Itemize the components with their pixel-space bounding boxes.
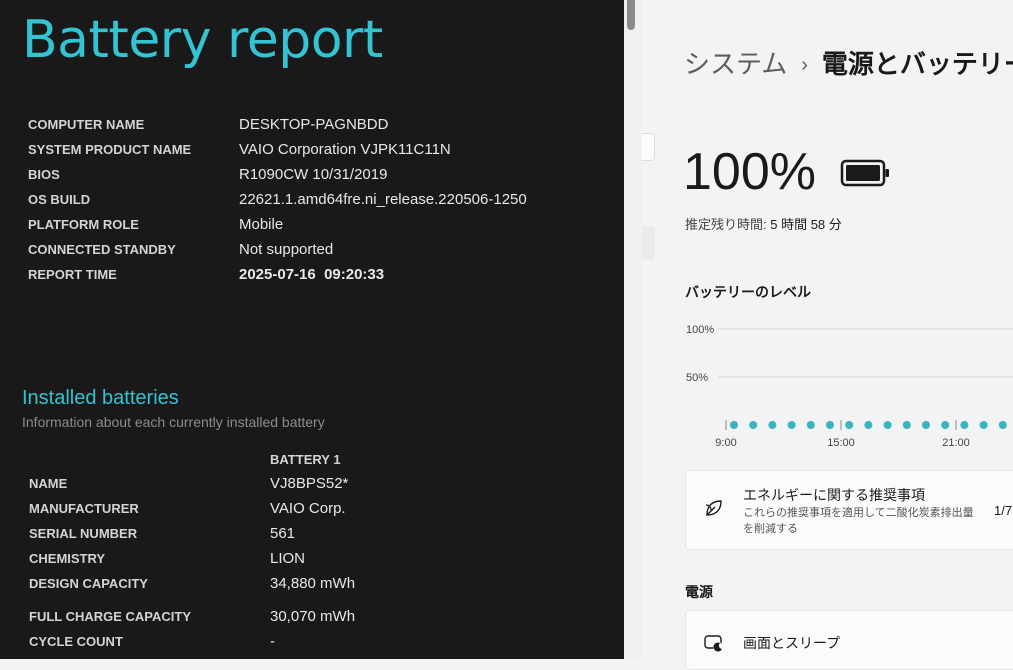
battery-column-header: BATTERY 1 (270, 452, 341, 467)
report-title: Battery report (22, 10, 383, 70)
info-label: REPORT TIME (28, 267, 117, 282)
battery-full-icon (840, 159, 889, 187)
info-row-os-build: OS BUILD 22621.1.amd64fre.ni_release.220… (28, 187, 608, 212)
energy-recommendations-card[interactable]: エネルギーに関する推奨事項 これらの推奨事項を適用して二酸化炭素排出量を削減する… (685, 470, 1013, 550)
chart-data-point[interactable] (730, 421, 738, 429)
chart-data-point[interactable] (768, 421, 777, 429)
energy-recommendations-count: 1/7 (994, 503, 1013, 518)
chart-y-tick-label: 100% (686, 324, 714, 336)
battery-report-window: Battery report COMPUTER NAME DESKTOP-PAG… (0, 0, 624, 659)
info-label: OS BUILD (28, 192, 91, 207)
breadcrumb: システム › 電源とバッテリー (684, 44, 1013, 84)
leaf-icon (705, 500, 722, 516)
chart-data-point[interactable] (787, 421, 796, 429)
battery-row-cycle-count: CYCLE COUNT - (29, 629, 609, 654)
info-value: R1090CW 10/31/2019 (239, 166, 388, 183)
info-label: BIOS (28, 167, 60, 182)
battery-value: VAIO Corp. (270, 500, 346, 517)
remaining-value: 5 時間 58 分 (770, 217, 842, 232)
installed-batteries-description: Information about each currently install… (22, 414, 325, 430)
chart-x-tick-label: 15:00 (827, 437, 855, 449)
battery-row-chemistry: CHEMISTRY LION (29, 546, 609, 571)
energy-recommendations-title: エネルギーに関する推奨事項 (743, 487, 925, 503)
chart-data-point[interactable] (979, 421, 988, 429)
battery-percentage: 100% (683, 143, 816, 201)
chart-data-point[interactable] (883, 421, 892, 429)
battery-value: LION (270, 550, 306, 567)
energy-recommendations-description: これらの推奨事項を適用して二酸化炭素排出量を削減する (743, 507, 974, 535)
screen-and-sleep-label: 画面とスリープ (743, 635, 841, 651)
battery-value: VJ8BPS52* (270, 475, 349, 492)
info-row-computer-name: COMPUTER NAME DESKTOP-PAGNBDD (28, 112, 608, 137)
installed-batteries-heading: Installed batteries (22, 387, 179, 409)
info-value: DESKTOP-PAGNBDD (239, 116, 389, 133)
power-section-title: 電源 (685, 584, 713, 600)
info-value: 22621.1.amd64fre.ni_release.220506-1250 (239, 191, 527, 208)
info-row-bios: BIOS R1090CW 10/31/2019 (28, 162, 608, 187)
chart-data-point[interactable] (902, 421, 911, 429)
chart-x-tick-label: 21:00 (942, 437, 970, 449)
battery-row-design-capacity: DESIGN CAPACITY 34,880 mWh (29, 571, 609, 596)
battery-label: CYCLE COUNT (29, 634, 123, 649)
breadcrumb-system-link[interactable]: システム (684, 49, 787, 79)
info-value: Not supported (239, 241, 334, 258)
info-value: Mobile (239, 216, 284, 233)
battery-label: FULL CHARGE CAPACITY (29, 609, 192, 624)
battery-row-serial-number: SERIAL NUMBER 561 (29, 521, 609, 546)
info-value: 2025-07-16 09:20:33 (239, 266, 385, 283)
battery-row-full-charge-capacity: FULL CHARGE CAPACITY 30,070 mWh (29, 604, 609, 629)
breadcrumb-chevron-icon: › (801, 54, 808, 76)
battery-label: MANUFACTURER (29, 501, 139, 516)
nav-selected-item[interactable] (642, 226, 655, 260)
info-label: COMPUTER NAME (28, 117, 145, 132)
info-label: CONNECTED STANDBY (28, 242, 176, 257)
info-row-system-product-name: SYSTEM PRODUCT NAME VAIO Corporation VJP… (28, 137, 608, 162)
battery-row-name: NAME VJ8BPS52* (29, 471, 609, 496)
chart-data-point[interactable] (845, 421, 854, 429)
chart-data-point[interactable] (941, 421, 950, 429)
battery-row-manufacturer: MANUFACTURER VAIO Corp. (29, 496, 609, 521)
page-title: 電源とバッテリー (821, 49, 1013, 79)
battery-value: 34,880 mWh (270, 575, 356, 592)
chart-data-point[interactable] (960, 421, 969, 429)
battery-value: - (270, 633, 275, 650)
chart-data-point[interactable] (998, 421, 1007, 429)
report-scrollbar-thumb[interactable] (627, 0, 635, 30)
battery-value: 561 (270, 525, 296, 542)
estimated-remaining-time: 推定残り時間: 5 時間 58 分 (685, 215, 842, 235)
chart-data-point[interactable] (922, 421, 930, 429)
info-row-platform-role: PLATFORM ROLE Mobile (28, 212, 608, 237)
chart-data-point[interactable] (749, 421, 758, 429)
info-label: SYSTEM PRODUCT NAME (28, 142, 192, 157)
chart-data-point[interactable] (806, 421, 815, 429)
info-row-report-time: REPORT TIME 2025-07-16 09:20:33 (28, 262, 608, 287)
battery-label: CHEMISTRY (29, 551, 106, 566)
screen-and-sleep-item[interactable]: 画面とスリープ (685, 610, 1013, 670)
battery-level-title: バッテリーのレベル (685, 284, 811, 300)
info-row-connected-standby: CONNECTED STANDBY Not supported (28, 237, 608, 262)
battery-label: NAME (29, 476, 68, 491)
battery-label: DESIGN CAPACITY (29, 576, 148, 591)
info-value: VAIO Corporation VJPK11C11N (239, 141, 451, 158)
info-label: PLATFORM ROLE (28, 217, 139, 232)
remaining-label: 推定残り時間: (685, 217, 767, 232)
screen-sleep-icon (704, 635, 723, 652)
chart-data-point[interactable] (826, 421, 834, 429)
battery-level-chart: 100% 50% 9:00 15:00 21:00 (686, 324, 1013, 449)
battery-value: 30,070 mWh (270, 608, 356, 625)
chart-y-tick-label: 50% (686, 372, 708, 384)
report-scrollbar[interactable] (624, 0, 642, 659)
chart-x-tick-label: 9:00 (715, 437, 736, 449)
nav-search-box[interactable] (642, 133, 655, 161)
battery-label: SERIAL NUMBER (29, 526, 138, 541)
chart-data-point[interactable] (864, 421, 873, 429)
